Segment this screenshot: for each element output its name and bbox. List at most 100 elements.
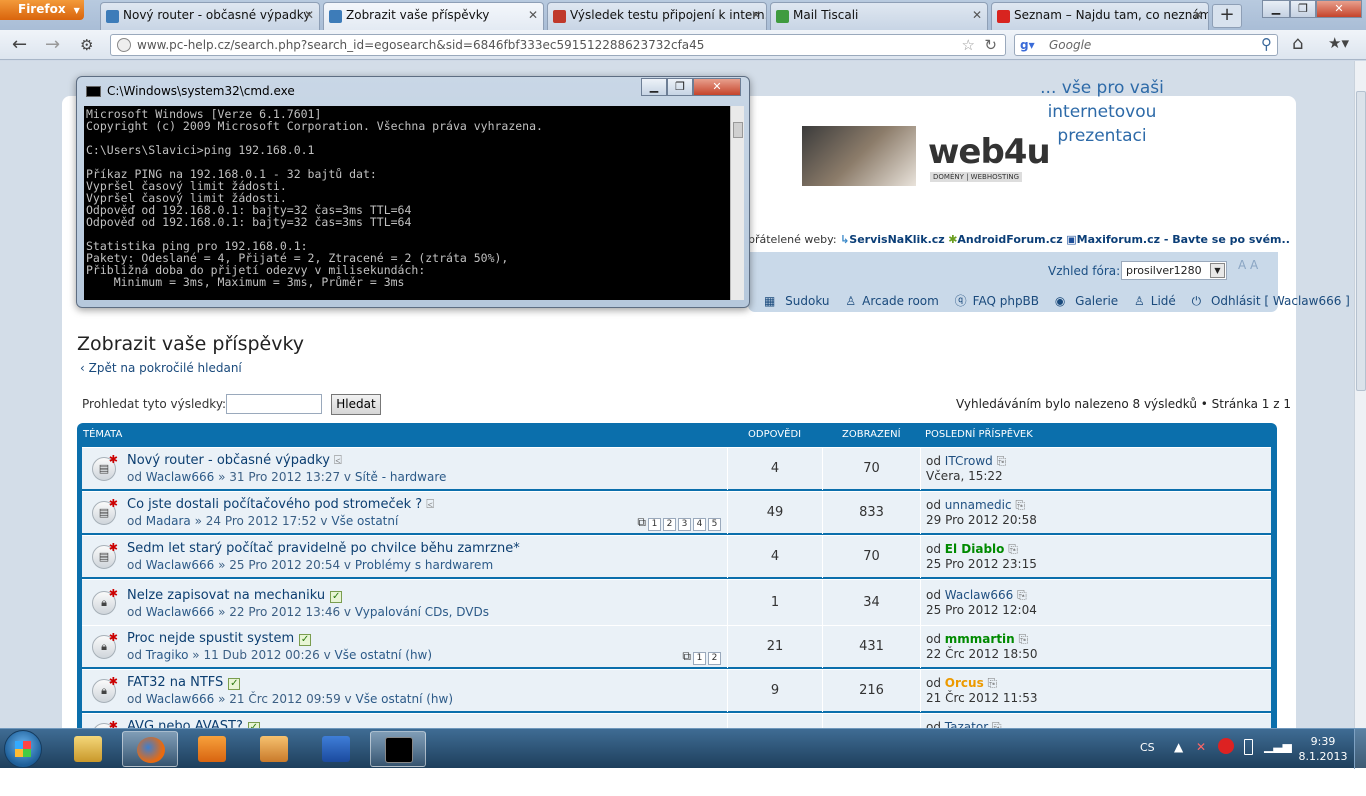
taskbar-cmd[interactable] (370, 731, 426, 767)
taskbar-word[interactable] (308, 731, 364, 767)
page-link[interactable]: 2 (708, 652, 721, 665)
firefox-menu-button[interactable]: Firefox ▼ (0, 0, 84, 20)
cmd-scrollbar[interactable] (730, 106, 744, 300)
taskbar-media-player[interactable] (184, 731, 240, 767)
author-link[interactable]: Waclaw666 (146, 558, 214, 572)
maximize-button[interactable]: ❐ (1290, 0, 1316, 18)
tools-icon[interactable]: ⚙ (80, 36, 93, 54)
view-latest-icon[interactable]: ⎘ (1017, 588, 1027, 602)
cmd-minimize-button[interactable]: ▁ (641, 78, 667, 96)
home-icon[interactable]: ⌂ (1292, 33, 1303, 54)
search-bar[interactable]: g▾ Google ⚲ (1014, 34, 1278, 56)
friend-link-androidforum[interactable]: ✱AndroidForum.cz (948, 233, 1063, 246)
scrollbar-thumb[interactable] (1356, 91, 1366, 391)
view-latest-icon[interactable]: ⎘ (997, 454, 1007, 468)
cmd-scrollbar-thumb[interactable] (733, 122, 743, 138)
close-tab-icon[interactable]: ✕ (304, 8, 314, 22)
page-link[interactable]: 1 (648, 518, 661, 531)
topic-title-link[interactable]: Nelze zapisovat na mechaniku (127, 588, 325, 603)
close-tab-icon[interactable]: ✕ (972, 8, 982, 22)
forum-link[interactable]: Vypalování CDs, DVDs (355, 605, 489, 619)
start-button[interactable] (4, 730, 42, 768)
menu-logout[interactable]: ⏻ Odhlásit [ Waclaw666 ] (1192, 294, 1356, 308)
google-icon[interactable]: g▾ (1020, 38, 1035, 52)
author-link[interactable]: Waclaw666 (146, 692, 214, 706)
page-link[interactable]: 5 (708, 518, 721, 531)
menu-people[interactable]: ♙ Lidé (1134, 294, 1182, 308)
forum-link[interactable]: Vše ostatní (331, 514, 398, 528)
topic-title-link[interactable]: Nový router - občasné výpadky (127, 453, 330, 468)
last-poster-link[interactable]: El Diablo (945, 542, 1005, 556)
page-link[interactable]: 1 (693, 652, 706, 665)
forum-link[interactable]: Vše ostatní (hw) (335, 648, 433, 662)
banner-slogan[interactable]: ... vše pro vaši internetovou prezentaci (1002, 76, 1202, 148)
taskbar-paint[interactable] (246, 731, 302, 767)
view-latest-icon[interactable]: ⎘ (988, 676, 998, 690)
friend-link-servisnaklik[interactable]: ↳ServisNaKlik.cz (840, 233, 945, 246)
back-to-advanced-search-link[interactable]: ‹ Zpět na pokročilé hledaní (80, 361, 242, 375)
friend-link-maxiforum[interactable]: ▣Maxiforum.cz - Bavte se po svém.. (1066, 233, 1290, 246)
view-latest-icon[interactable]: ⎘ (1015, 498, 1025, 512)
menu-gallery[interactable]: ◉ Galerie (1055, 294, 1124, 308)
view-latest-icon[interactable]: ⎘ (1019, 632, 1029, 646)
bookmark-star-icon[interactable]: ☆ (962, 36, 975, 54)
topic-title-link[interactable]: FAT32 na NTFS (127, 675, 223, 690)
forum-link[interactable]: Problémy s hardwarem (355, 558, 493, 572)
author-link[interactable]: Madara (146, 514, 191, 528)
page-link[interactable]: 2 (663, 518, 676, 531)
close-tab-icon[interactable]: ✕ (751, 8, 761, 22)
topic-title-link[interactable]: Sedm let starý počítač pravidelně po chv… (127, 541, 520, 556)
forum-link[interactable]: Sítě - hardware (355, 470, 447, 484)
back-icon[interactable]: ← (12, 34, 27, 55)
page-link[interactable]: 4 (693, 518, 706, 531)
clock[interactable]: 9:39 8.1.2013 (1298, 734, 1348, 764)
url-bar[interactable]: www.pc-help.cz/search.php?search_id=egos… (110, 34, 1006, 56)
site-identity-icon[interactable] (117, 38, 131, 52)
show-desktop-button[interactable] (1354, 729, 1366, 769)
vertical-scrollbar[interactable] (1354, 61, 1366, 728)
author-link[interactable]: Waclaw666 (146, 470, 214, 484)
network-warning-icon[interactable]: ✕ (1196, 740, 1206, 754)
close-tab-icon[interactable]: ✕ (528, 8, 538, 22)
taskbar-firefox[interactable] (122, 731, 178, 767)
search-icon[interactable]: ⚲ (1261, 35, 1272, 53)
menu-faq[interactable]: ⓠ FAQ phpBB (955, 294, 1045, 308)
cmd-maximize-button[interactable]: ❐ (667, 78, 693, 96)
last-poster-link[interactable]: mmmartin (945, 632, 1015, 646)
menu-sudoku[interactable]: ▦ Sudoku (764, 294, 836, 308)
cmd-window[interactable]: C:\Windows\system32\cmd.exe ▁ ❐ ✕ Micros… (76, 76, 750, 308)
reload-icon[interactable]: ↻ (984, 36, 997, 54)
battery-icon[interactable] (1244, 739, 1253, 755)
author-link[interactable]: Tragiko (146, 648, 189, 662)
menu-arcade[interactable]: ♙ Arcade room (845, 294, 944, 308)
last-poster-link[interactable]: Waclaw666 (945, 588, 1013, 602)
close-window-button[interactable]: ✕ (1316, 0, 1362, 18)
search-results-input[interactable] (226, 394, 322, 414)
topic-title-link[interactable]: Proc nejde spustit system (127, 631, 294, 646)
topic-title-link[interactable]: Co jste dostali počítačového pod stromeč… (127, 497, 422, 512)
taskbar-explorer[interactable] (60, 731, 116, 767)
antivirus-icon[interactable] (1218, 738, 1234, 754)
author-link[interactable]: Waclaw666 (146, 605, 214, 619)
tab-seznam[interactable]: Seznam – Najdu tam, co neznám ✕ (991, 2, 1209, 30)
tab-router[interactable]: Nový router - občasné výpadky ✕ (100, 2, 320, 30)
last-poster-link[interactable]: ITCrowd (945, 454, 993, 468)
forum-link[interactable]: Vše ostatní (hw) (355, 692, 453, 706)
bookmarks-menu-icon[interactable]: ★▾ (1328, 34, 1349, 52)
view-latest-icon[interactable]: ⎘ (1008, 542, 1018, 556)
tab-search-posts[interactable]: Zobrazit vaše příspěvky ✕ (323, 2, 544, 30)
search-button[interactable]: Hledat (331, 394, 381, 415)
style-select[interactable]: prosilver1280 ▼ (1121, 261, 1227, 280)
new-tab-button[interactable]: + (1212, 4, 1242, 28)
show-hidden-icons-icon[interactable]: ▲ (1174, 740, 1183, 754)
signal-icon[interactable]: ▁▃▅ (1264, 739, 1292, 753)
cmd-console[interactable]: Microsoft Windows [Verze 6.1.7601] Copyr… (84, 106, 744, 300)
tab-mail-tiscali[interactable]: Mail Tiscali ✕ (770, 2, 988, 30)
minimize-button[interactable]: ▁ (1262, 0, 1290, 18)
font-size-toggle[interactable]: A A (1238, 258, 1258, 272)
language-indicator[interactable]: CS (1140, 741, 1155, 754)
tab-speedtest[interactable]: Výsledek testu připojení k intern... ✕ (547, 2, 767, 30)
last-poster-link[interactable]: Orcus (945, 676, 984, 690)
cmd-close-button[interactable]: ✕ (693, 78, 741, 96)
page-link[interactable]: 3 (678, 518, 691, 531)
